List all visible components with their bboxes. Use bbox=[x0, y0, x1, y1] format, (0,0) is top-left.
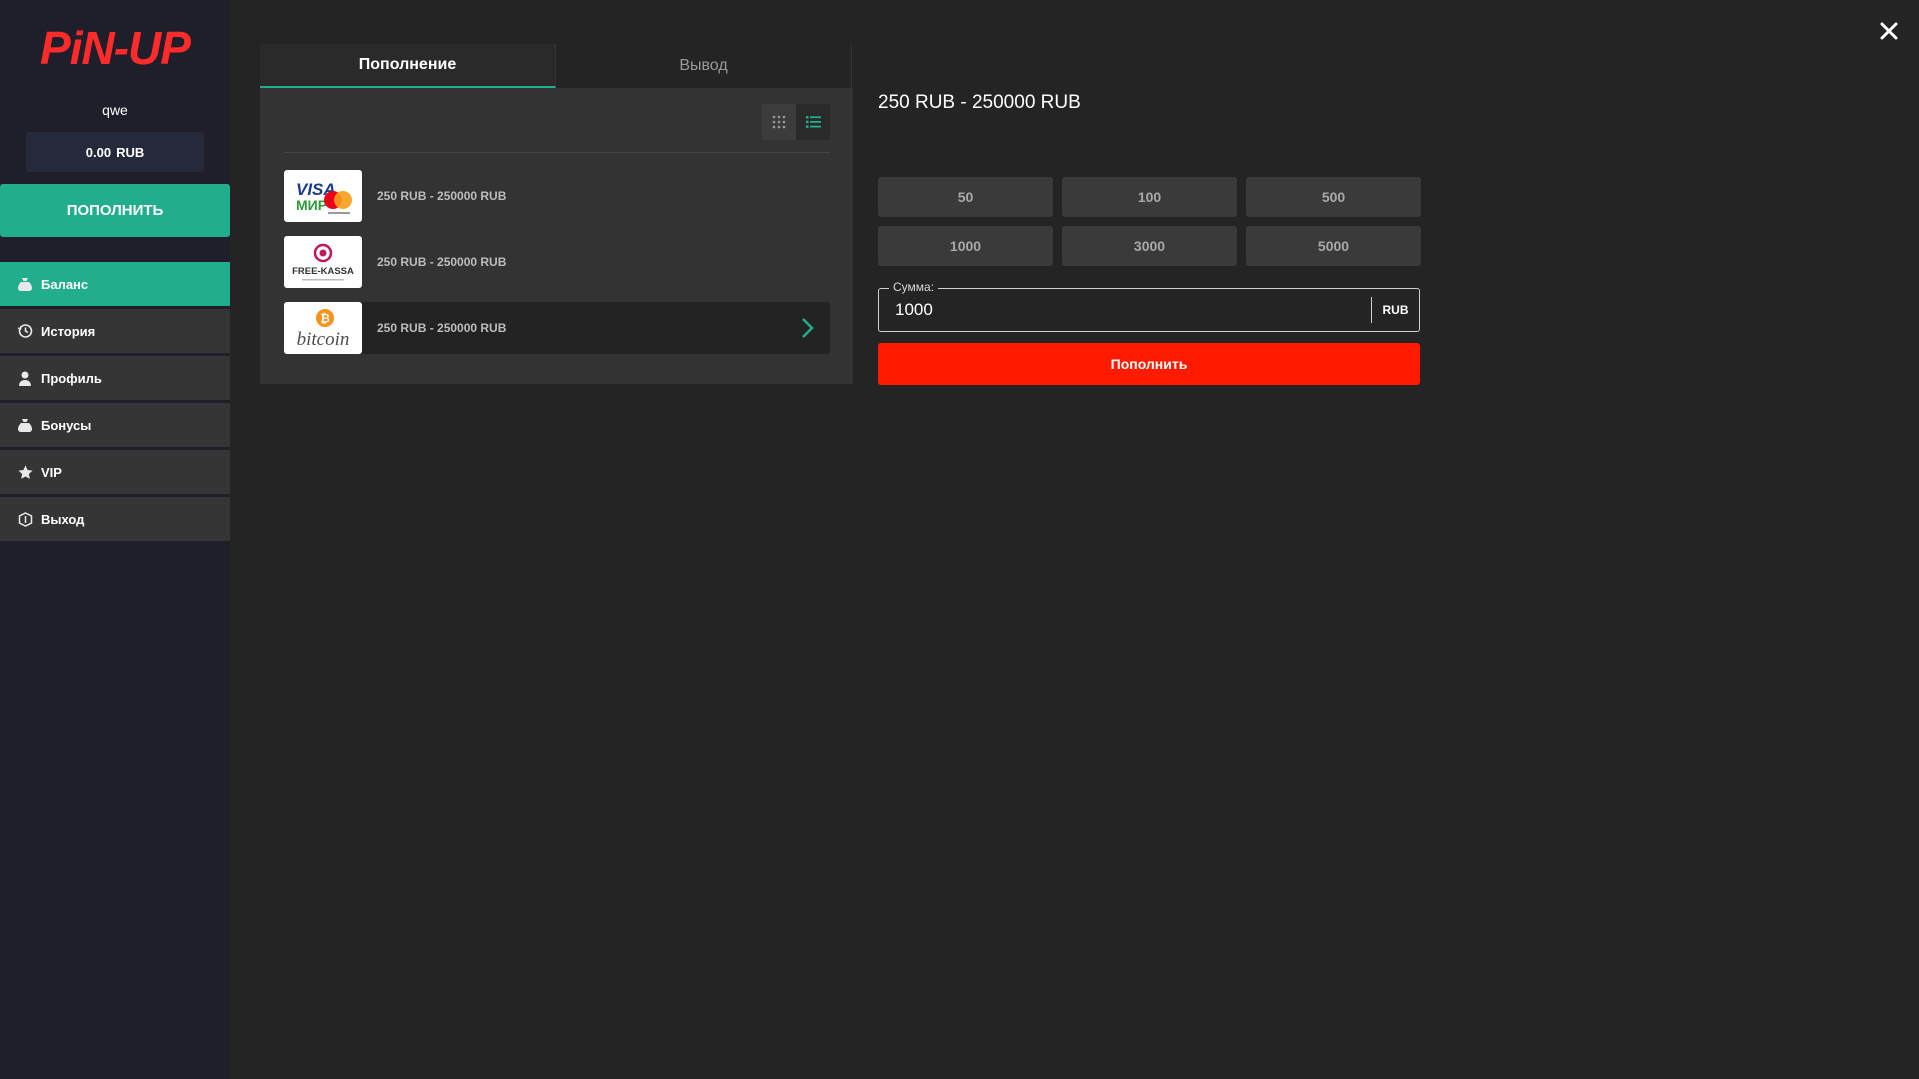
amount-range-title: 250 RUB - 250000 RUB bbox=[878, 92, 1081, 113]
sum-input[interactable] bbox=[895, 289, 1355, 331]
sidebar-item-balance[interactable]: Баланс bbox=[0, 262, 230, 306]
payment-method-list: VISA МИР 250 RUB - 250000 RUB FREE-KASSA… bbox=[284, 170, 830, 368]
star-icon bbox=[16, 463, 34, 481]
sidebar-item-logout[interactable]: Выход bbox=[0, 497, 230, 541]
method-range: 250 RUB - 250000 RUB bbox=[377, 189, 507, 203]
visa-mir-logo: VISA МИР bbox=[284, 170, 362, 222]
grid-icon bbox=[772, 115, 786, 129]
quick-amount-button[interactable]: 5000 bbox=[1246, 226, 1421, 266]
quick-amount-button[interactable]: 1000 bbox=[878, 226, 1053, 266]
sidebar-item-vip[interactable]: VIP bbox=[0, 450, 230, 494]
quick-amount-button[interactable]: 50 bbox=[878, 177, 1053, 217]
svg-text:₿: ₿ bbox=[320, 312, 330, 326]
cashier-tabs: Пополнение Вывод bbox=[260, 44, 853, 88]
balance-currency: RUB bbox=[116, 144, 145, 160]
sidebar: PiN-UP qwe 0.00 RUB ПОПОЛНИТЬ Баланс Ист… bbox=[0, 0, 230, 1079]
sidebar-item-bonuses[interactable]: Бонусы bbox=[0, 403, 230, 447]
svg-text:FREE-KASSA: FREE-KASSA bbox=[292, 266, 354, 277]
money-bag-icon bbox=[16, 275, 34, 293]
payment-methods-panel: Пополнение Вывод VISA МИР 250 RUB - 2500… bbox=[260, 44, 853, 384]
tab-withdraw[interactable]: Вывод bbox=[556, 44, 852, 88]
free-kassa-logo: FREE-KASSA bbox=[284, 236, 362, 288]
sidebar-item-label: Выход bbox=[41, 511, 85, 527]
quick-amount-button[interactable]: 3000 bbox=[1062, 226, 1237, 266]
svg-text:bitcoin: bitcoin bbox=[297, 329, 350, 350]
payment-method-bitcoin[interactable]: ₿ bitcoin 250 RUB - 250000 RUB bbox=[284, 302, 830, 354]
chevron-right-icon bbox=[802, 318, 814, 338]
payment-method-visa-mir[interactable]: VISA МИР 250 RUB - 250000 RUB bbox=[284, 170, 830, 222]
list-view-button[interactable] bbox=[796, 104, 830, 140]
close-button[interactable] bbox=[1876, 18, 1902, 44]
grid-view-button[interactable] bbox=[762, 104, 796, 140]
sidebar-item-label: Бонусы bbox=[41, 417, 92, 433]
user-icon bbox=[16, 369, 34, 387]
sidebar-item-label: VIP bbox=[41, 464, 62, 480]
bitcoin-logo: ₿ bitcoin bbox=[284, 302, 362, 354]
sidebar-item-label: История bbox=[41, 323, 96, 339]
payment-method-free-kassa[interactable]: FREE-KASSA 250 RUB - 250000 RUB bbox=[284, 236, 830, 288]
pin-up-logo[interactable]: PiN-UP bbox=[28, 24, 202, 74]
sidebar-item-label: Профиль bbox=[41, 370, 102, 386]
tab-deposit[interactable]: Пополнение bbox=[260, 44, 556, 88]
divider bbox=[284, 152, 830, 153]
sidebar-item-profile[interactable]: Профиль bbox=[0, 356, 230, 400]
bonus-bag-icon bbox=[16, 416, 34, 434]
quick-amount-button[interactable]: 100 bbox=[1062, 177, 1237, 217]
submit-deposit-button[interactable]: Пополнить bbox=[878, 343, 1420, 385]
list-icon bbox=[805, 116, 821, 128]
balance-display: 0.00 RUB bbox=[26, 132, 204, 172]
sidebar-item-history[interactable]: История bbox=[0, 309, 230, 353]
sum-field: Сумма: RUB bbox=[878, 280, 1420, 332]
sidebar-nav: Баланс История Профиль Бонусы VIP Выход bbox=[0, 262, 230, 544]
logout-icon bbox=[16, 510, 34, 528]
username: qwe bbox=[102, 102, 128, 118]
quick-amount-button[interactable]: 500 bbox=[1246, 177, 1421, 217]
close-icon bbox=[1880, 22, 1898, 40]
svg-text:PiN-UP: PiN-UP bbox=[40, 24, 191, 74]
method-range: 250 RUB - 250000 RUB bbox=[377, 321, 507, 335]
svg-text:МИР: МИР bbox=[296, 197, 327, 213]
quick-amount-grid: 50 100 500 1000 3000 5000 bbox=[878, 177, 1421, 266]
sidebar-deposit-button[interactable]: ПОПОЛНИТЬ bbox=[0, 184, 230, 237]
balance-amount: 0.00 bbox=[85, 144, 112, 160]
view-toggle bbox=[762, 104, 830, 140]
sidebar-item-label: Баланс bbox=[41, 276, 89, 292]
method-range: 250 RUB - 250000 RUB bbox=[377, 255, 507, 269]
history-icon bbox=[16, 322, 34, 340]
sum-currency: RUB bbox=[1371, 297, 1419, 323]
